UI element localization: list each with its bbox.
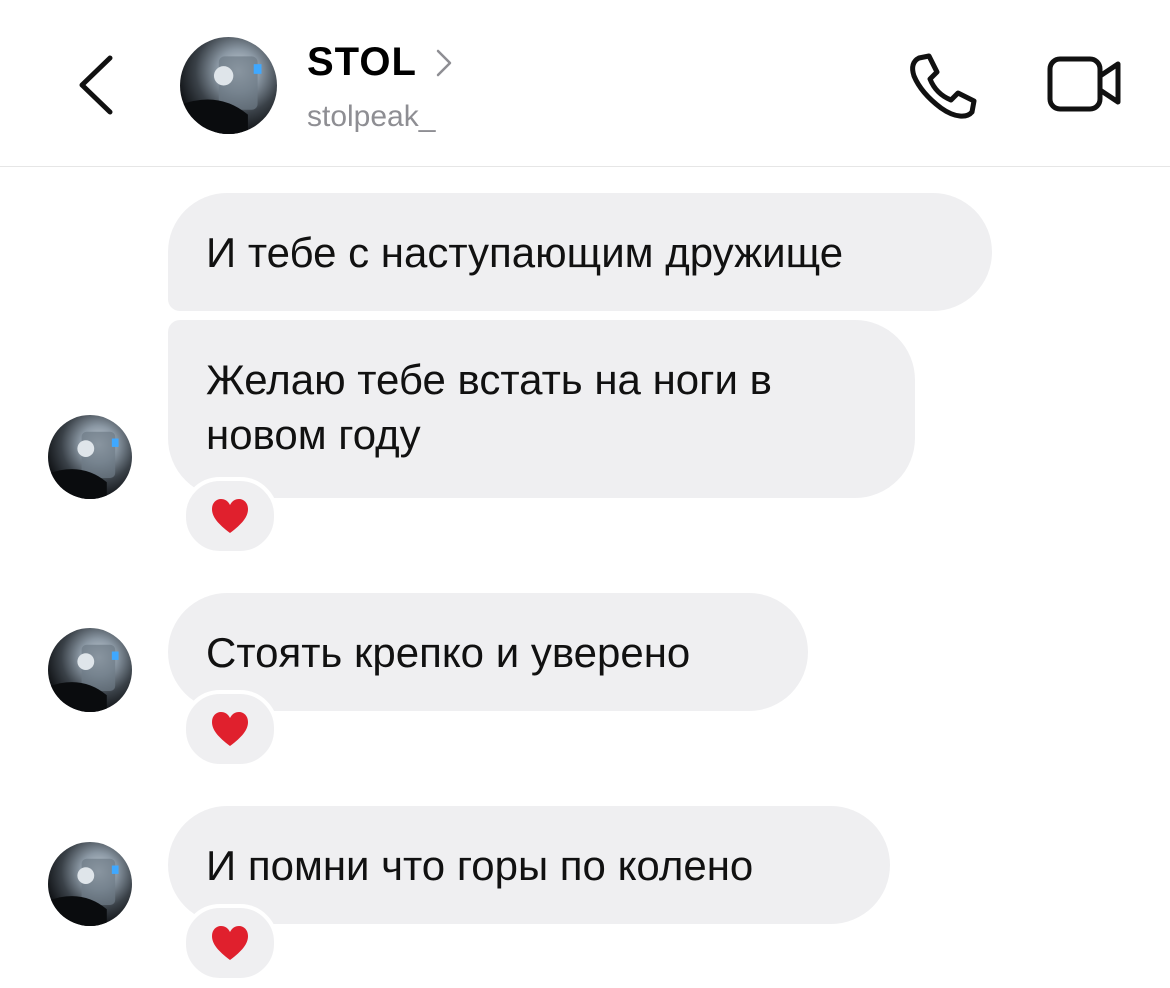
- video-call-button[interactable]: [1045, 52, 1125, 114]
- avatar[interactable]: [48, 628, 132, 712]
- heart-icon: [212, 499, 248, 533]
- chevron-left-icon: [79, 55, 113, 115]
- contact-title[interactable]: STOL: [307, 40, 453, 85]
- message-text: И помни что горы по колено: [206, 842, 754, 889]
- message-text: Желаю тебе встать на ноги в новом году: [206, 356, 772, 458]
- reaction-badge[interactable]: [182, 690, 278, 768]
- message-bubble[interactable]: Стоять крепко и уверено: [168, 593, 808, 711]
- back-button[interactable]: [72, 50, 122, 120]
- page-title[interactable]: STOL: [307, 40, 417, 85]
- username: stolpeak_: [307, 100, 436, 133]
- chevron-right-icon: [436, 49, 452, 76]
- heart-icon: [212, 926, 248, 960]
- call-button[interactable]: [905, 52, 979, 122]
- avatar[interactable]: [180, 37, 277, 134]
- message-text: И тебе с наступающим дружище: [206, 229, 844, 276]
- message-bubble[interactable]: И тебе с наступающим дружище: [168, 193, 992, 311]
- message-text: Стоять крепко и уверено: [206, 629, 691, 676]
- heart-icon: [212, 712, 248, 746]
- chat-header: STOL stolpeak_: [0, 0, 1170, 167]
- phone-icon: [910, 53, 977, 119]
- message-bubble[interactable]: И помни что горы по колено: [168, 806, 890, 924]
- avatar[interactable]: [48, 842, 132, 926]
- reaction-badge[interactable]: [182, 477, 278, 555]
- message-bubble[interactable]: Желаю тебе встать на ноги в новом году: [168, 320, 915, 498]
- avatar[interactable]: [48, 415, 132, 499]
- video-camera-icon: [1047, 56, 1121, 112]
- reaction-badge[interactable]: [182, 904, 278, 982]
